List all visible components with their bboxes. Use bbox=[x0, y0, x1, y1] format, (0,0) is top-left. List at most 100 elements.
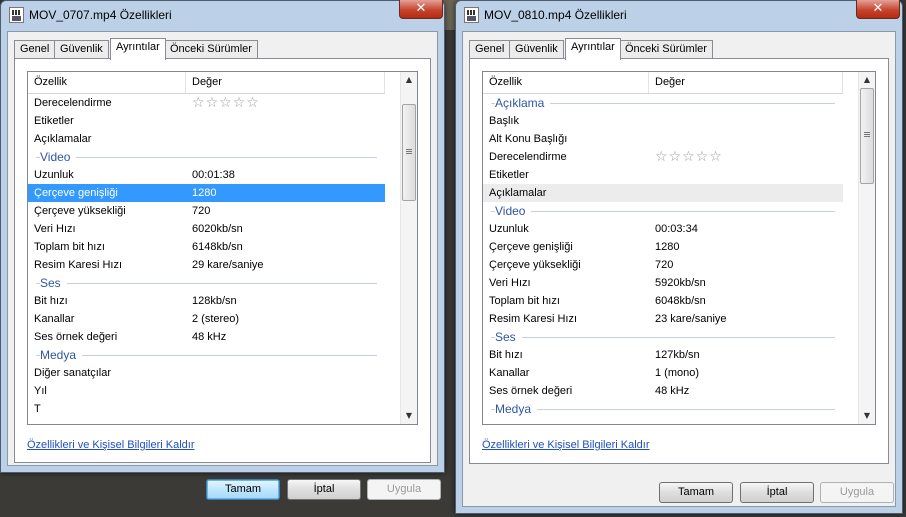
star-icon[interactable]: ☆ bbox=[219, 95, 233, 111]
star-icon[interactable]: ☆ bbox=[233, 95, 247, 111]
tab-onceki-surumler[interactable]: Önceki Sürümler bbox=[619, 40, 713, 59]
column-header-property[interactable]: Özellik bbox=[28, 72, 186, 93]
property-row[interactable]: Çerçeve genişliği 1280 bbox=[483, 238, 843, 256]
property-value: 720 bbox=[192, 205, 211, 217]
column-header-value[interactable]: Değer bbox=[186, 72, 385, 93]
property-row[interactable]: Etiketler bbox=[28, 112, 385, 130]
property-row[interactable]: Çerçeve yüksekliği 720 bbox=[28, 202, 385, 220]
scroll-down-arrow-icon[interactable]: ▼ bbox=[859, 408, 875, 424]
tab-ayrintilar[interactable]: Ayrıntılar bbox=[565, 38, 621, 60]
property-name: Başlık bbox=[489, 115, 519, 127]
star-icon[interactable]: ☆ bbox=[669, 149, 683, 165]
tab-onceki-surumler[interactable]: Önceki Sürümler bbox=[164, 40, 258, 59]
tab-ayrintilar[interactable]: Ayrıntılar bbox=[110, 38, 166, 60]
property-name: Etiketler bbox=[34, 115, 74, 127]
star-icon[interactable]: ☆ bbox=[709, 149, 723, 165]
title-bar[interactable]: MOV_0707.mp4 Özellikleri ✕ bbox=[1, 0, 444, 31]
ok-button[interactable]: Tamam bbox=[659, 482, 733, 503]
scroll-up-arrow-icon[interactable]: ▲ bbox=[859, 72, 875, 88]
tab-guvenlik[interactable]: Güvenlik bbox=[509, 40, 564, 59]
property-name: Bit hızı bbox=[34, 295, 68, 307]
property-name: Ses örnek değeri bbox=[489, 385, 573, 397]
vertical-scrollbar[interactable]: ▲ ▼ bbox=[400, 72, 417, 424]
close-icon: ✕ bbox=[415, 1, 427, 16]
property-name: Kanallar bbox=[489, 367, 530, 379]
property-value: 48 kHz bbox=[655, 385, 690, 397]
scroll-thumb[interactable] bbox=[860, 88, 874, 184]
property-row[interactable]: Veri Hızı 5920kb/sn bbox=[483, 274, 843, 292]
ok-button[interactable]: Tamam bbox=[206, 479, 280, 500]
close-button[interactable]: ✕ bbox=[856, 0, 900, 19]
section-divider bbox=[491, 409, 835, 410]
property-name: Diğer sanatçılar bbox=[34, 367, 112, 379]
property-row[interactable]: Çerçeve genişliği 1280 bbox=[28, 184, 385, 202]
cancel-button[interactable]: İptal bbox=[287, 479, 361, 500]
property-row[interactable]: Başlık bbox=[483, 112, 843, 130]
tab-genel[interactable]: Genel bbox=[469, 40, 511, 59]
remove-properties-link[interactable]: Özellikleri ve Kişisel Bilgileri Kaldır bbox=[27, 439, 195, 451]
property-row[interactable]: Açıklamalar bbox=[28, 130, 385, 148]
star-icon[interactable]: ☆ bbox=[682, 149, 696, 165]
property-value: 23 kare/saniye bbox=[655, 313, 727, 325]
property-value: 1 (mono) bbox=[655, 367, 700, 379]
property-name: Açıklamalar bbox=[489, 187, 547, 199]
property-name: Resim Karesi Hızı bbox=[489, 313, 578, 325]
property-name: Derecelendirme bbox=[489, 151, 567, 163]
section-header: Ses bbox=[28, 274, 385, 292]
property-name: Veri Hızı bbox=[34, 223, 76, 235]
cancel-button[interactable]: İptal bbox=[740, 482, 814, 503]
file-icon bbox=[464, 7, 479, 23]
property-row[interactable]: Ses örnek değeri 48 kHz bbox=[483, 382, 843, 400]
property-row[interactable]: Açıklamalar bbox=[483, 184, 843, 202]
column-header-property[interactable]: Özellik bbox=[483, 72, 649, 93]
vertical-scrollbar[interactable]: ▲ ▼ bbox=[858, 72, 875, 424]
rating-stars[interactable]: ☆☆☆☆☆ bbox=[192, 94, 260, 112]
property-value: 48 kHz bbox=[192, 331, 227, 343]
property-row[interactable]: Resim Karesi Hızı 29 kare/saniye bbox=[28, 256, 385, 274]
property-row[interactable]: Yıl bbox=[28, 382, 385, 400]
property-row[interactable]: Çerçeve yüksekliği 720 bbox=[483, 256, 843, 274]
file-icon bbox=[9, 7, 24, 23]
title-bar[interactable]: MOV_0810.mp4 Özellikleri ✕ bbox=[456, 0, 902, 31]
property-name: Çerçeve yüksekliği bbox=[489, 259, 581, 271]
remove-properties-link[interactable]: Özellikleri ve Kişisel Bilgileri Kaldır bbox=[482, 439, 650, 451]
property-row[interactable]: Etiketler bbox=[483, 166, 843, 184]
property-name: Çerçeve genişliği bbox=[489, 241, 573, 253]
star-icon[interactable]: ☆ bbox=[192, 95, 206, 111]
scroll-up-arrow-icon[interactable]: ▲ bbox=[401, 72, 417, 88]
property-row[interactable]: Bit hızı 127kb/sn bbox=[483, 346, 843, 364]
property-row[interactable]: Derecelendirme ☆☆☆☆☆ bbox=[483, 148, 843, 166]
property-row[interactable]: Kanallar 2 (stereo) bbox=[28, 310, 385, 328]
property-row[interactable]: Bit hızı 128kb/sn bbox=[28, 292, 385, 310]
property-row[interactable]: Alt Konu Başlığı bbox=[483, 130, 843, 148]
star-icon[interactable]: ☆ bbox=[696, 149, 710, 165]
property-row[interactable]: T bbox=[28, 400, 385, 418]
section-label: Ses bbox=[40, 274, 67, 292]
close-button[interactable]: ✕ bbox=[399, 0, 443, 19]
property-value: 6148kb/sn bbox=[192, 241, 243, 253]
scroll-thumb[interactable] bbox=[402, 104, 416, 201]
tab-genel[interactable]: Genel bbox=[14, 40, 56, 59]
property-value: 127kb/sn bbox=[655, 349, 700, 361]
property-row[interactable]: Toplam bit hızı 6048kb/sn bbox=[483, 292, 843, 310]
property-row[interactable]: Resim Karesi Hızı 23 kare/saniye bbox=[483, 310, 843, 328]
property-value: 29 kare/saniye bbox=[192, 259, 264, 271]
property-row[interactable]: Kanallar 1 (mono) bbox=[483, 364, 843, 382]
tab-guvenlik[interactable]: Güvenlik bbox=[54, 40, 109, 59]
star-icon[interactable]: ☆ bbox=[655, 149, 669, 165]
property-value: 1280 bbox=[655, 241, 680, 253]
property-row[interactable]: Uzunluk 00:01:38 bbox=[28, 166, 385, 184]
property-row[interactable]: Derecelendirme ☆☆☆☆☆ bbox=[28, 94, 385, 112]
property-row[interactable]: Uzunluk 00:03:34 bbox=[483, 220, 843, 238]
property-row[interactable]: Veri Hızı 6020kb/sn bbox=[28, 220, 385, 238]
property-row[interactable]: Ses örnek değeri 48 kHz bbox=[28, 328, 385, 346]
star-icon[interactable]: ☆ bbox=[206, 95, 220, 111]
column-header-value[interactable]: Değer bbox=[649, 72, 843, 93]
property-row[interactable]: Toplam bit hızı 6148kb/sn bbox=[28, 238, 385, 256]
rating-stars[interactable]: ☆☆☆☆☆ bbox=[655, 148, 723, 166]
property-row[interactable]: Diğer sanatçılar bbox=[28, 364, 385, 382]
star-icon[interactable]: ☆ bbox=[246, 95, 260, 111]
apply-button: Uygula bbox=[820, 482, 894, 503]
scroll-down-arrow-icon[interactable]: ▼ bbox=[401, 408, 417, 424]
property-value: 6048kb/sn bbox=[655, 295, 706, 307]
